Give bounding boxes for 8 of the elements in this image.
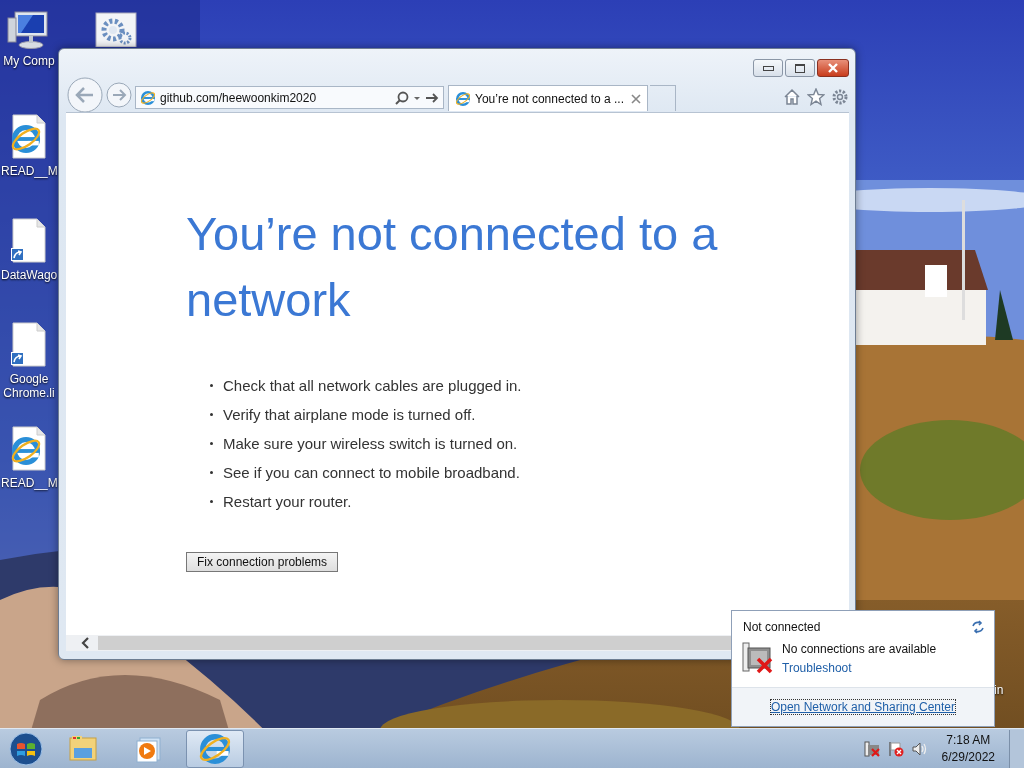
start-button[interactable]: [6, 730, 46, 767]
clock-time[interactable]: 7:18 AM: [946, 733, 991, 747]
flag-error-icon[interactable]: [887, 740, 904, 757]
clock-date[interactable]: 6/29/2022: [941, 750, 995, 764]
speaker-icon[interactable]: [911, 740, 928, 757]
network-error-icon[interactable]: [863, 740, 880, 757]
taskbar-app-button[interactable]: [186, 729, 244, 768]
internet-explorer-icon: [198, 731, 232, 766]
